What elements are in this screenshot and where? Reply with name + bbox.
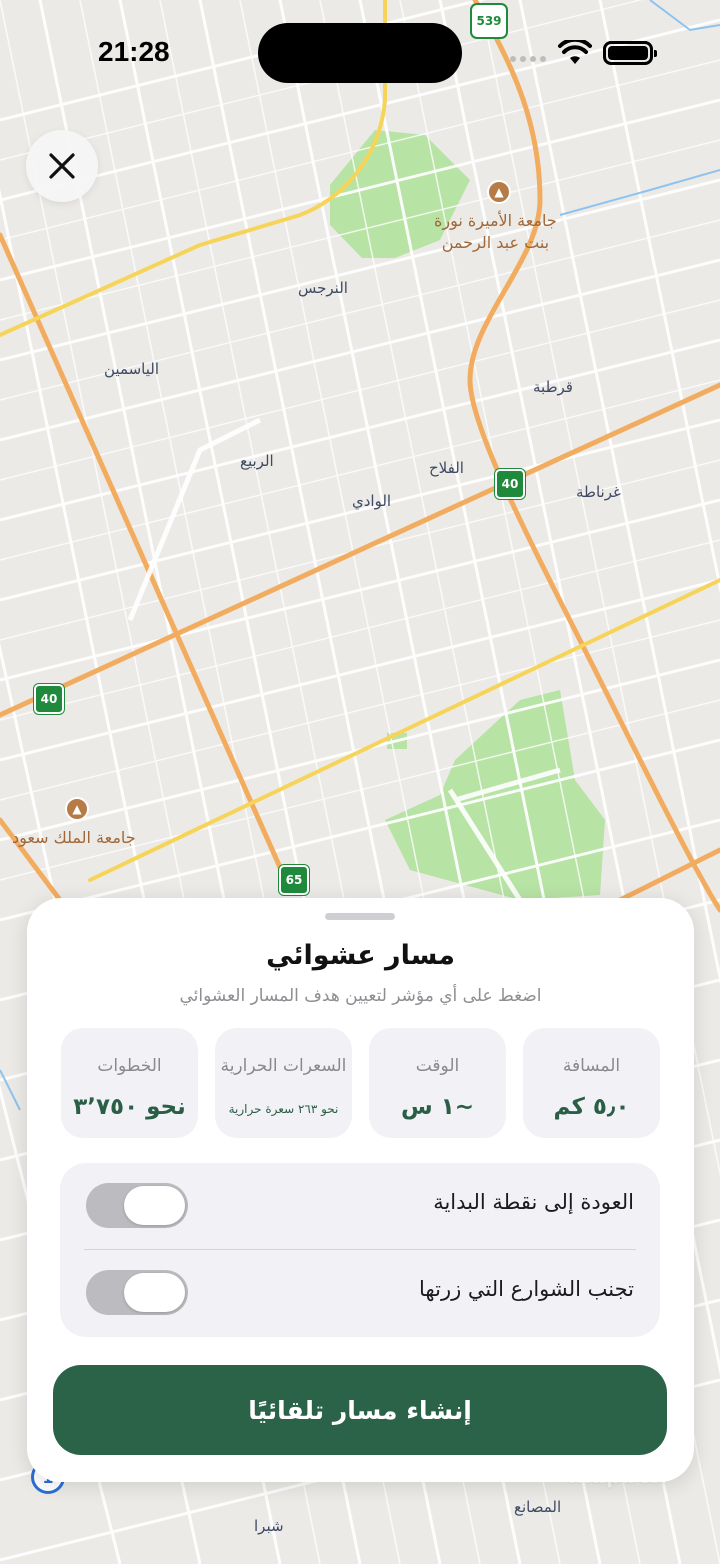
route-stats: المسافة ٥٫٠ كم الوقت ~١ س السعرات الحرار…: [60, 1028, 660, 1138]
avoid-visited-toggle[interactable]: [86, 1270, 188, 1315]
status-time: 21:28: [98, 36, 170, 67]
university-icon: ▲: [65, 797, 89, 821]
return-to-start-label: العودة إلى نقطة البداية: [433, 1190, 634, 1214]
stat-time: الوقت ~١ س: [369, 1028, 506, 1138]
stat-calories: السعرات الحرارية نحو ٢٦٣ سعرة حرارية: [215, 1028, 352, 1138]
return-to-start-toggle[interactable]: [86, 1183, 188, 1228]
avoid-visited-label: تجنب الشوارع التي زرتها: [419, 1277, 634, 1301]
university-icon: ▲: [487, 180, 511, 204]
battery-icon: [603, 41, 657, 65]
wifi-icon: [558, 40, 592, 64]
sheet-subtitle: اضغط على أي مؤشر لتعيين هدف المسار العشو…: [179, 986, 542, 1006]
generate-route-button[interactable]: إنشاء مسار تلقائيًا: [53, 1365, 667, 1455]
poi-pnu[interactable]: جامعة الأميرة نورة بنت عبد الرحمن: [434, 210, 557, 254]
stat-steps: الخطوات نحو ٣٬٧٥٠: [61, 1028, 198, 1138]
toggle-row-avoid-visited: تجنب الشوارع التي زرتها: [60, 1250, 660, 1336]
random-route-sheet: مسار عشوائي اضغط على أي مؤشر لتعيين هدف …: [27, 898, 694, 1482]
map-label-narjis: النرجس: [298, 279, 348, 297]
highway-shield-40: 40: [34, 684, 64, 714]
map-label-ghirnata: غرناطة: [576, 483, 621, 501]
highway-shield-65: 65: [279, 865, 309, 895]
close-icon: [49, 153, 75, 179]
dynamic-island: [258, 23, 462, 83]
map-label-rabie: الربيع: [240, 452, 274, 470]
stat-distance: المسافة ٥٫٠ كم: [523, 1028, 660, 1138]
close-button[interactable]: [26, 130, 98, 202]
toggle-knob: [124, 1273, 185, 1312]
map-label-shubra: شبرا: [254, 1517, 284, 1535]
stat-calories-label: السعرات الحرارية: [220, 1056, 347, 1076]
stat-steps-value: نحو ٣٬٧٥٠: [73, 1094, 186, 1120]
poi-pnu-line1: جامعة الأميرة نورة: [434, 211, 557, 230]
poi-ksu[interactable]: جامعة الملك سعود: [12, 827, 136, 849]
map-label-masani: المصانع: [514, 1498, 562, 1516]
highway-shield-539: 539: [472, 5, 506, 37]
sheet-grabber[interactable]: [325, 913, 395, 920]
stat-distance-label: المسافة: [562, 1056, 621, 1076]
map-label-qurtuba: قرطبة: [533, 378, 573, 396]
map-label-yasmin: الياسمين: [104, 360, 160, 378]
stat-distance-value: ٥٫٠ كم: [553, 1094, 630, 1120]
highway-shield-40: 40: [495, 469, 525, 499]
stat-steps-label: الخطوات: [97, 1056, 162, 1076]
cellular-signal-icon: [510, 56, 546, 62]
toggle-knob: [124, 1186, 185, 1225]
stat-time-value: ~١ س: [400, 1094, 475, 1120]
sheet-title: مسار عشوائي: [266, 940, 455, 971]
route-options: العودة إلى نقطة البداية تجنب الشوارع الت…: [60, 1163, 660, 1337]
map-label-falah: الفلاح: [429, 459, 464, 477]
stat-calories-value: نحو ٢٦٣ سعرة حرارية: [228, 1102, 339, 1116]
poi-pnu-line2: بنت عبد الرحمن: [441, 233, 550, 252]
stat-time-label: الوقت: [415, 1056, 460, 1076]
map-label-wadi: الوادي: [352, 492, 392, 510]
toggle-row-return-to-start: العودة إلى نقطة البداية: [60, 1163, 660, 1249]
